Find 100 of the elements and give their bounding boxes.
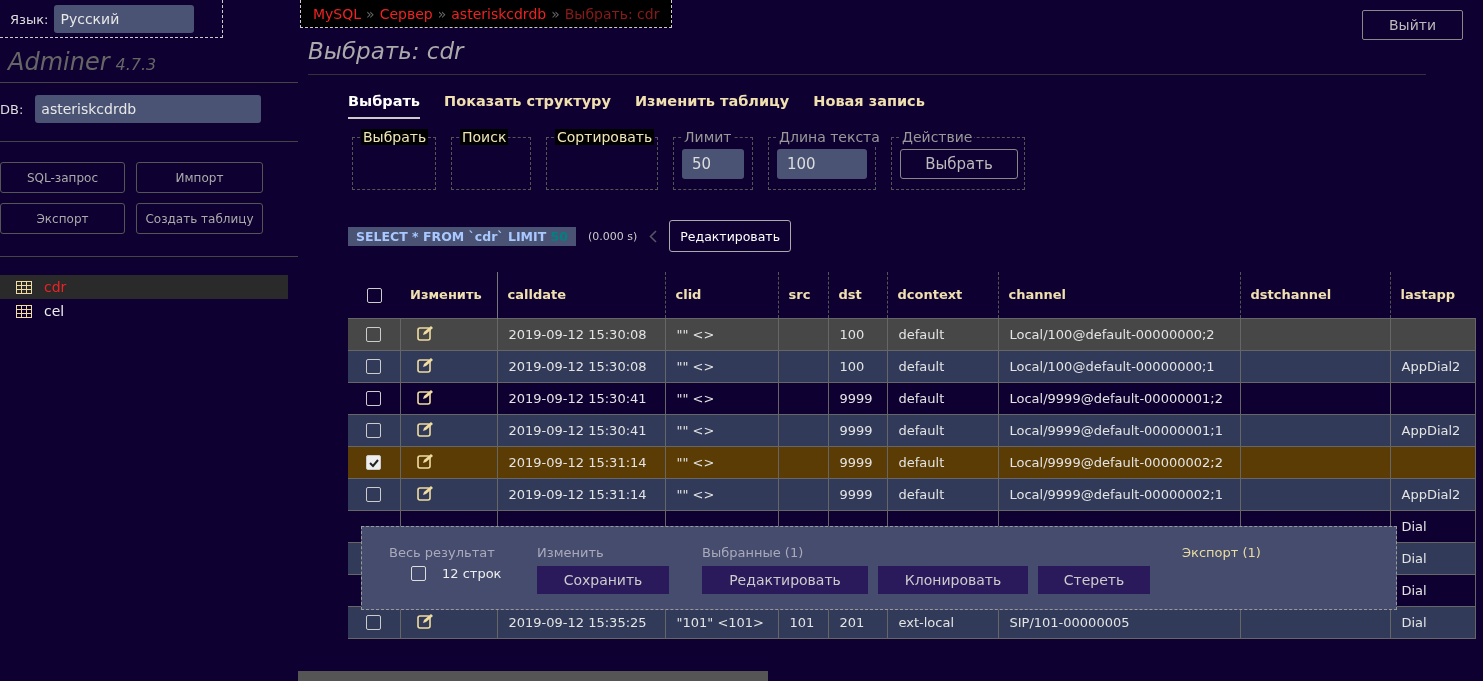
table-cell: default — [887, 446, 998, 478]
table-cell: 2019-09-12 15:31:14 — [497, 478, 665, 510]
input-field[interactable]: 50 — [682, 149, 744, 179]
table-cell: 2019-09-12 15:31:14 — [497, 446, 665, 478]
edit-icon[interactable] — [416, 452, 435, 469]
table-cell: AppDial2 — [1390, 414, 1475, 446]
group-legend[interactable]: Лимит — [682, 129, 734, 145]
edit-icon[interactable] — [416, 420, 435, 437]
save-button[interactable]: Сохранить — [537, 566, 669, 594]
group-legend[interactable]: Выбрать — [361, 129, 429, 145]
column-header[interactable]: channel — [998, 272, 1240, 318]
group-legend[interactable]: Поиск — [460, 129, 509, 145]
table-cell: Local/100@default-00000000;2 — [998, 318, 1240, 350]
table-cell: Local/100@default-00000000;1 — [998, 350, 1240, 382]
column-header[interactable]: dstchannel — [1240, 272, 1390, 318]
table-icon — [16, 304, 32, 318]
table-cell: Local/9999@default-00000002;1 — [998, 478, 1240, 510]
table-cell: default — [887, 350, 998, 382]
select-all-checkbox[interactable] — [366, 287, 382, 303]
group-legend: Весь результат — [389, 545, 495, 560]
checkbox[interactable] — [411, 566, 426, 581]
table-cell: "" <> — [665, 414, 778, 446]
sidebar-button[interactable]: SQL-запрос — [0, 162, 125, 193]
breadcrumb-link[interactable]: Сервер — [379, 6, 433, 22]
table-cell: AppDial2 — [1390, 478, 1475, 510]
edit-query-button[interactable]: Редактировать — [669, 220, 791, 252]
column-header[interactable]: calldate — [497, 272, 665, 318]
table-cell: "" <> — [665, 350, 778, 382]
row-checkbox[interactable] — [366, 359, 382, 374]
row-checkbox[interactable] — [366, 487, 382, 502]
db-label: DB: — [0, 101, 24, 117]
table-cell: "" <> — [665, 382, 778, 414]
db-select[interactable]: asteriskcdrdb — [35, 95, 262, 123]
table-cell: 2019-09-12 15:30:08 — [497, 318, 665, 350]
group-legend: Выбранные (1) — [702, 545, 804, 560]
table-cell: "" <> — [665, 318, 778, 350]
table-cell: 9999 — [828, 446, 887, 478]
sidebar-button[interactable]: Создать таблицу — [136, 203, 263, 234]
table-cell: 9999 — [828, 382, 887, 414]
row-checkbox[interactable] — [366, 327, 382, 342]
tab[interactable]: Выбрать — [348, 93, 421, 119]
group-legend[interactable]: Сортировать — [555, 129, 655, 145]
table-icon — [16, 280, 32, 294]
tab[interactable]: Новая запись — [813, 93, 925, 117]
edit-icon[interactable] — [416, 388, 435, 405]
chevron-left-icon[interactable] — [649, 229, 658, 243]
row-checkbox[interactable] — [366, 615, 382, 630]
table-cell: Local/9999@default-00000001;1 — [998, 414, 1240, 446]
logout-button[interactable]: Выйти — [1362, 10, 1463, 40]
row-checkbox[interactable] — [366, 455, 382, 470]
table-cell: AppDial2 — [1390, 350, 1475, 382]
checkbox-label[interactable]: 12 строк — [442, 566, 502, 581]
action-button[interactable]: Редактировать — [702, 566, 868, 594]
column-header[interactable]: lastapp — [1390, 272, 1475, 318]
table-cell: 2019-09-12 15:30:41 — [497, 382, 665, 414]
edit-icon[interactable] — [416, 356, 435, 373]
table-cell: "" <> — [665, 446, 778, 478]
page-title: Выбрать: cdr — [308, 38, 1426, 75]
action-button[interactable]: Клонировать — [878, 566, 1028, 594]
tab[interactable]: Показать структуру — [444, 93, 611, 117]
sidebar-button[interactable]: Экспорт — [0, 203, 125, 234]
table-cell: 2019-09-12 15:30:08 — [497, 350, 665, 382]
row-checkbox[interactable] — [366, 391, 382, 406]
sidebar-button[interactable]: Импорт — [136, 162, 263, 193]
table-cell: Local/9999@default-00000002;2 — [998, 446, 1240, 478]
table-cell: Local/9999@default-00000001;2 — [998, 382, 1240, 414]
table-cell: 100 — [828, 350, 887, 382]
scrollbar-thumb[interactable] — [298, 671, 768, 681]
breadcrumb-separator: » — [551, 6, 560, 22]
group-legend: Изменить — [537, 545, 604, 560]
breadcrumb-link[interactable]: MySQL — [313, 6, 362, 22]
breadcrumb-current: Выбрать: cdr — [564, 6, 660, 22]
table-list-item[interactable]: cel — [0, 299, 288, 323]
breadcrumb-link[interactable]: asteriskcdrdb — [451, 6, 547, 22]
input-field[interactable]: 100 — [777, 149, 867, 179]
group-legend[interactable]: Действие — [900, 129, 975, 145]
export-link[interactable]: Экспорт (1) — [1182, 545, 1261, 561]
column-header[interactable]: dst — [828, 272, 887, 318]
column-header[interactable]: clid — [665, 272, 778, 318]
tab[interactable]: Изменить таблицу — [634, 93, 790, 117]
edit-icon[interactable] — [416, 612, 435, 629]
column-header: Изменить — [400, 272, 497, 318]
query-time: (0.000 s) — [587, 229, 638, 243]
edit-icon[interactable] — [416, 484, 435, 501]
table-cell: 100 — [828, 318, 887, 350]
breadcrumb-separator: » — [366, 6, 375, 22]
table-cell: default — [887, 318, 998, 350]
select-button[interactable]: Выбрать — [900, 149, 1018, 179]
column-header[interactable]: dcontext — [887, 272, 998, 318]
table-cell: "" <> — [665, 478, 778, 510]
action-button[interactable]: Стереть — [1038, 566, 1150, 594]
table-cell: default — [887, 382, 998, 414]
app-version: 4.7.3 — [115, 55, 157, 74]
row-checkbox[interactable] — [366, 423, 382, 438]
sql-query[interactable]: SELECT * FROM `cdr` LIMIT 50 — [348, 226, 576, 246]
table-cell: 9999 — [828, 478, 887, 510]
column-header[interactable]: src — [778, 272, 828, 318]
edit-icon[interactable] — [416, 324, 435, 341]
group-legend[interactable]: Длина текста — [777, 129, 882, 145]
language-select[interactable]: Русский — [54, 5, 195, 33]
